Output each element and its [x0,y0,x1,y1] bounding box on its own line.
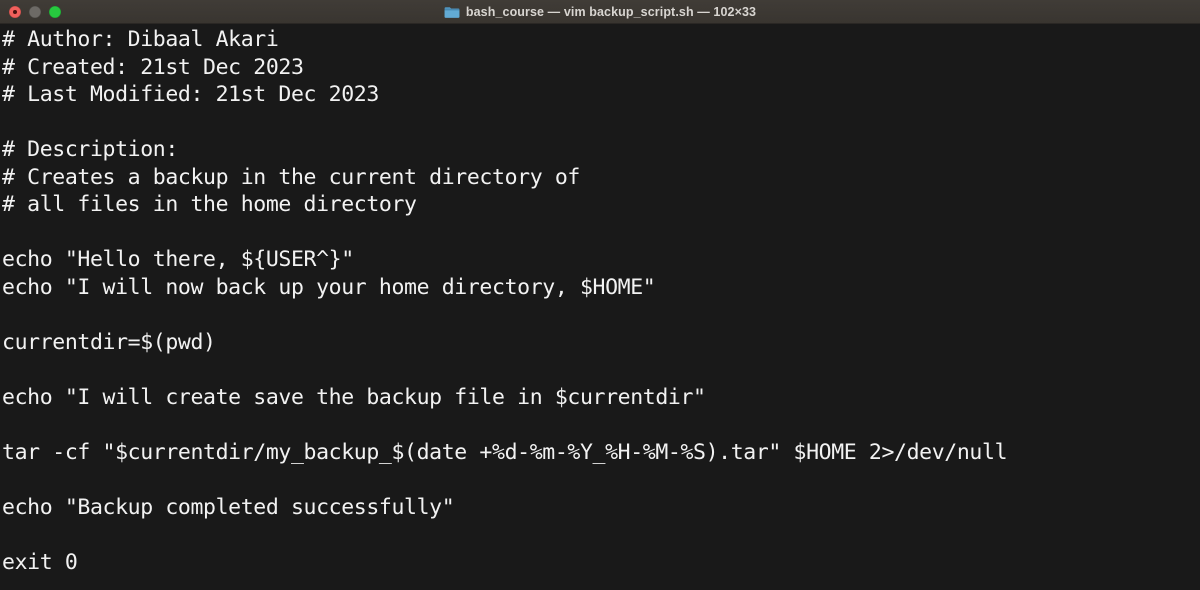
maximize-button[interactable] [49,6,61,18]
minimize-button[interactable] [29,6,41,18]
code-line: # all files in the home directory [2,192,417,218]
code-line: # Last Modified: 21st Dec 2023 [2,82,379,108]
folder-icon [444,6,460,18]
code-line: echo "Hello there, ${USER^}" [2,247,354,273]
code-line: exit 0 [2,550,78,576]
code-line: # Created: 21st Dec 2023 [2,54,304,80]
terminal-body[interactable]: # Author: Dibaal Akari # Created: 21st De… [0,24,1200,590]
code-content[interactable]: # Author: Dibaal Akari # Created: 21st De… [2,26,1200,577]
window-title: bash_course — vim backup_script.sh — 102… [465,5,757,19]
code-line: currentdir=$(pwd) [2,330,216,356]
code-line: echo "I will now back up your home direc… [2,274,656,300]
terminal-window: bash_course — vim backup_script.sh — 102… [0,0,1200,590]
code-line: echo "I will create save the backup file… [2,385,706,411]
close-button[interactable] [9,6,21,18]
code-line: echo "Backup completed successfully" [2,495,455,521]
window-controls [9,0,61,24]
window-title-group: bash_course — vim backup_script.sh — 102… [0,0,1200,24]
code-line: # Description: [2,137,178,163]
code-line: # Creates a backup in the current direct… [2,164,580,190]
code-line: # Author: Dibaal Akari [2,27,279,52]
window-titlebar[interactable]: bash_course — vim backup_script.sh — 102… [0,0,1200,24]
code-line: tar -cf "$currentdir/my_backup_$(date +%… [2,440,1008,466]
